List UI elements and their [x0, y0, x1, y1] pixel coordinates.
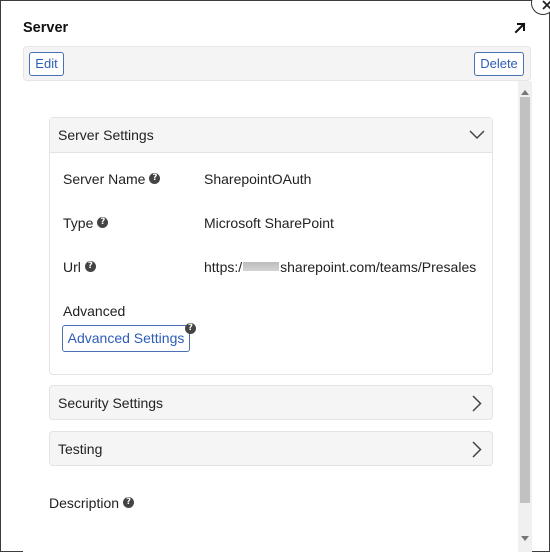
type-label: Type?	[63, 215, 109, 231]
close-icon	[542, 0, 550, 10]
expand-arrow-icon[interactable]	[513, 21, 527, 35]
testing-panel[interactable]: Testing	[49, 431, 493, 466]
advanced-label: Advanced	[63, 303, 126, 319]
dialog-title: Server	[23, 20, 69, 36]
scroll-down-arrow-icon[interactable]	[521, 536, 529, 542]
server-settings-header[interactable]: Server Settings	[50, 118, 492, 153]
chevron-right-icon	[472, 395, 482, 412]
advanced-settings-button[interactable]: Advanced Settings	[62, 325, 190, 352]
toolbar: Edit Delete	[23, 46, 531, 81]
chevron-right-icon	[472, 441, 482, 458]
vertical-scrollbar[interactable]	[518, 81, 532, 552]
server-settings-title: Server Settings	[58, 127, 154, 143]
help-icon[interactable]: ?	[97, 217, 109, 228]
chevron-down-icon	[469, 130, 485, 140]
description-label: Description?	[49, 495, 135, 511]
help-icon[interactable]: ?	[84, 261, 96, 272]
help-icon[interactable]: ?	[149, 173, 161, 184]
redacted-segment	[243, 262, 280, 271]
scroll-up-arrow-icon[interactable]	[521, 89, 529, 95]
help-icon[interactable]: ?	[123, 497, 135, 508]
server-name-label: Server Name?	[63, 171, 161, 187]
edit-button[interactable]: Edit	[29, 52, 64, 76]
testing-title: Testing	[58, 441, 103, 457]
scrollbar-thumb[interactable]	[520, 97, 530, 503]
server-name-value: SharepointOAuth	[204, 171, 312, 187]
url-value: https:/sharepoint.com/teams/Presales	[204, 259, 477, 275]
delete-button[interactable]: Delete	[474, 52, 524, 76]
type-value: Microsoft SharePoint	[204, 215, 334, 231]
help-icon[interactable]: ?	[185, 323, 196, 334]
security-settings-title: Security Settings	[58, 395, 164, 411]
url-label: Url?	[63, 259, 96, 275]
security-settings-panel[interactable]: Security Settings	[49, 385, 493, 420]
